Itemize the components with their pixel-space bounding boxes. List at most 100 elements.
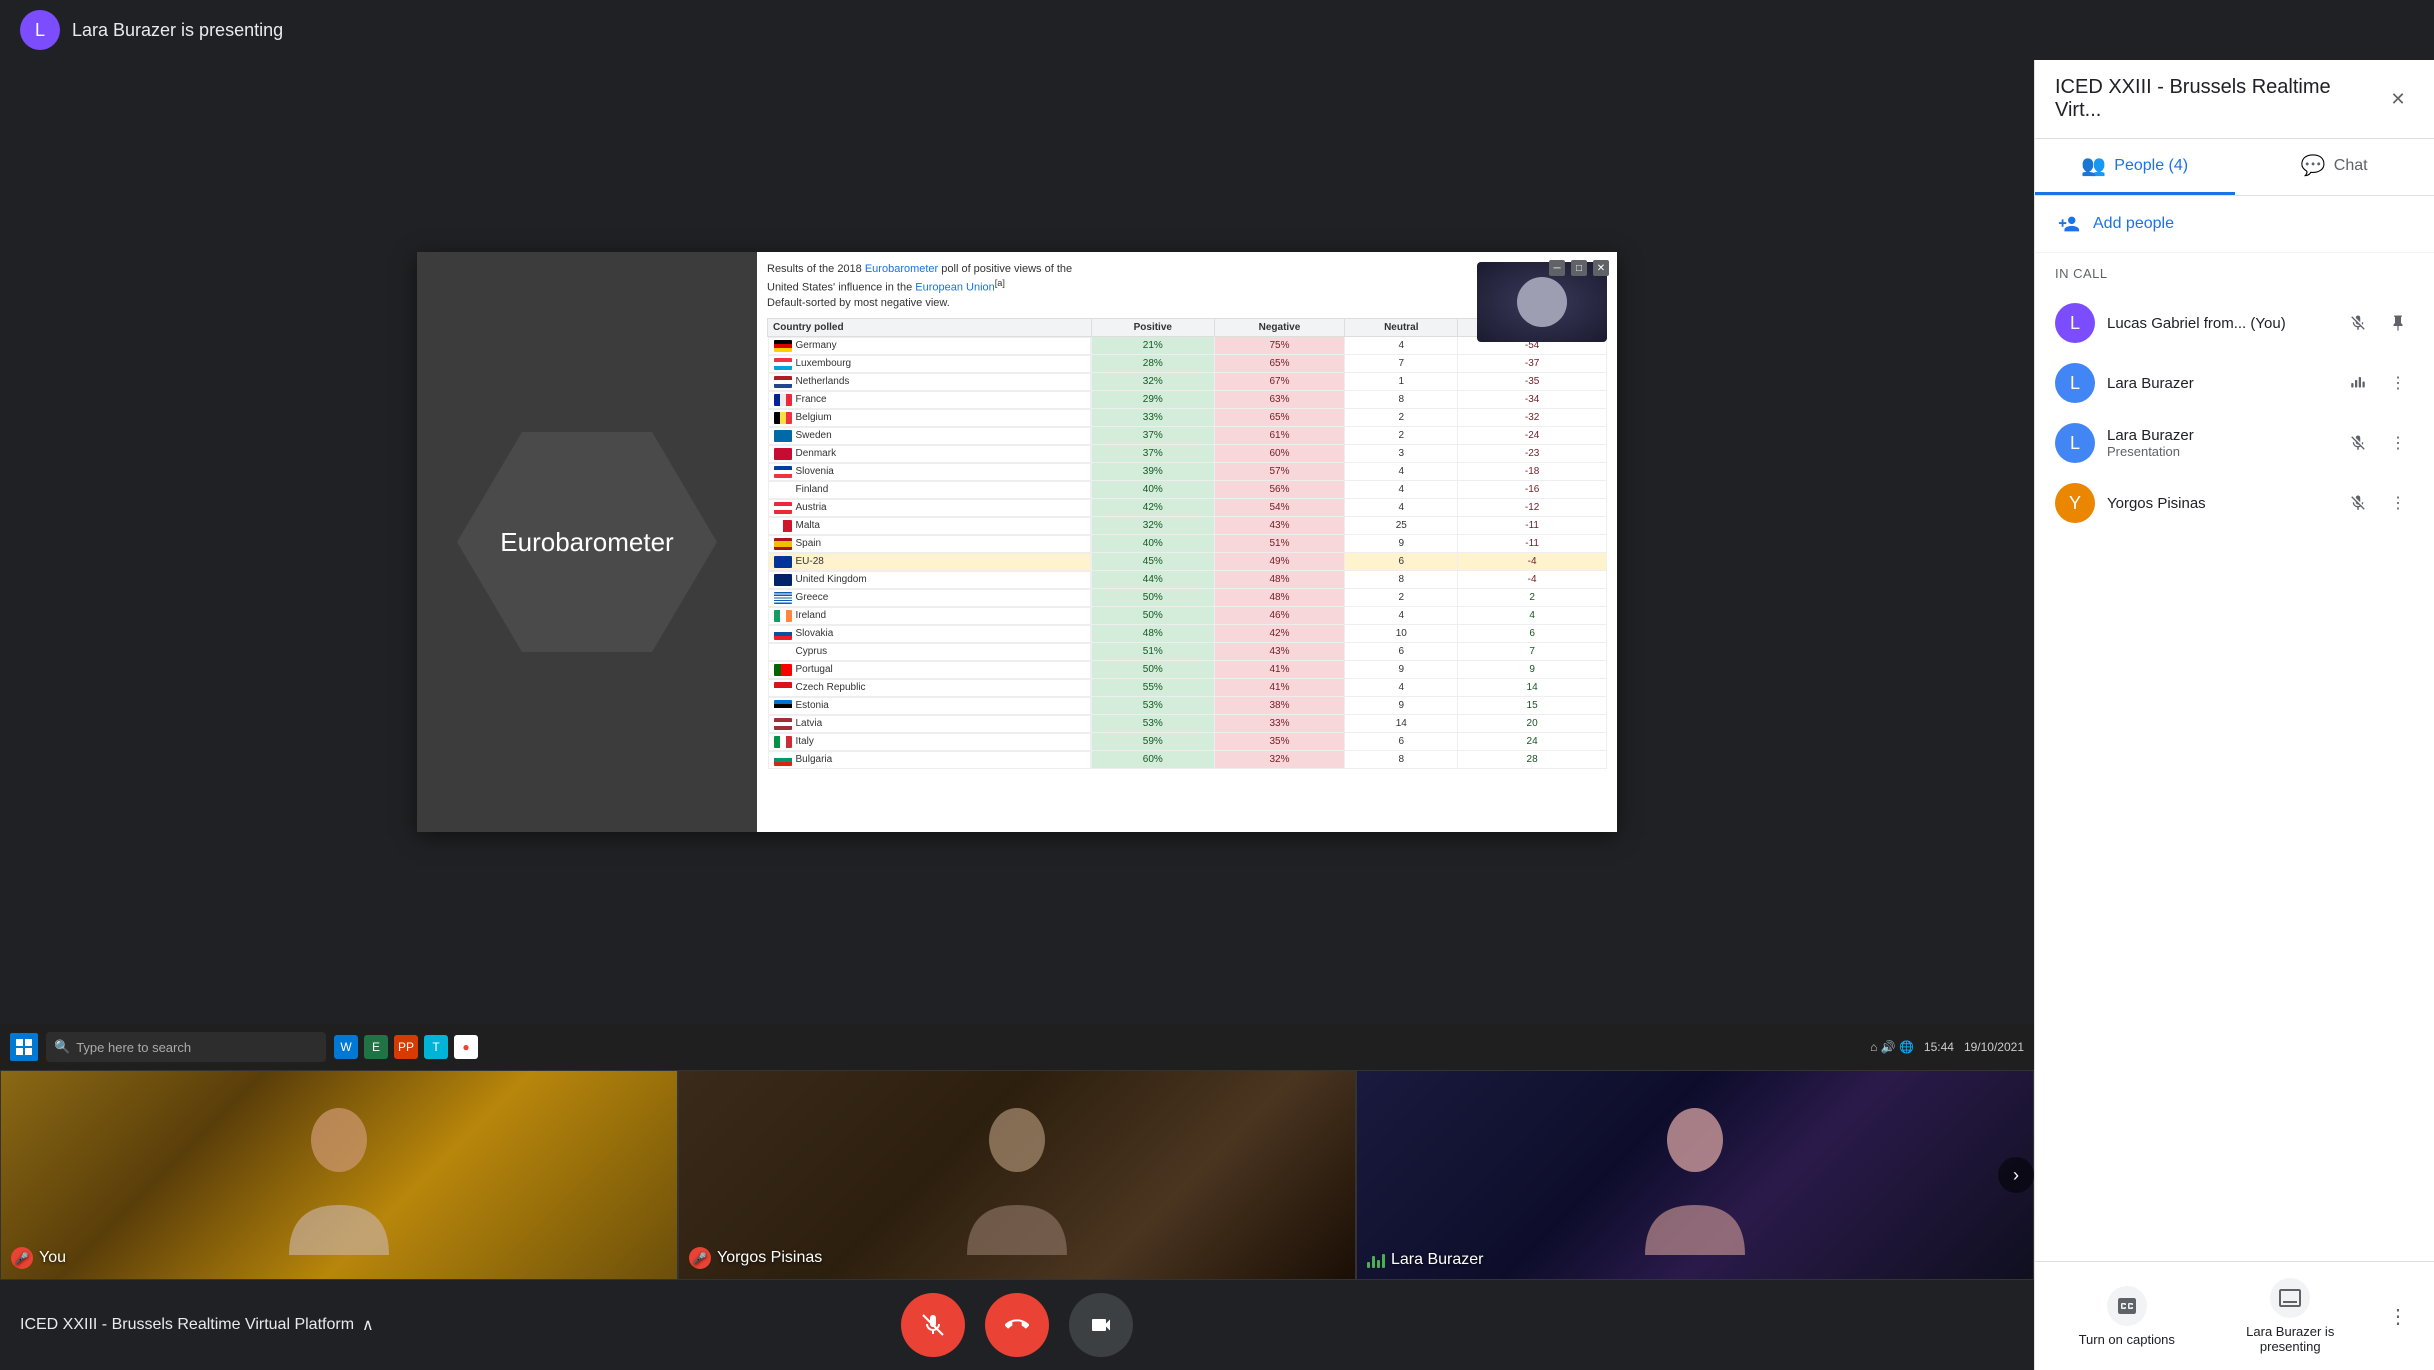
next-participant-arrow[interactable]: ›	[1998, 1157, 2034, 1193]
avatar-yorgos: Y	[2055, 483, 2095, 523]
flag-ie	[774, 610, 792, 622]
table-row: Luxembourg	[768, 355, 1092, 373]
presenting-label: Lara Burazer is presenting	[2219, 1324, 2363, 1354]
table-row: Spain	[768, 535, 1092, 553]
flag-gb	[774, 574, 792, 586]
mic-button-lara1[interactable]	[2342, 367, 2374, 399]
tab-people[interactable]: 👥 People (4)	[2035, 139, 2235, 195]
mic-button-yorgos[interactable]	[2342, 487, 2374, 519]
participant-name-yorgos: Yorgos Pisinas	[717, 1249, 822, 1267]
actions-yorgos: ⋮	[2342, 487, 2414, 519]
search-icon: 🔍	[54, 1039, 70, 1055]
participant-bg-lara	[1357, 1071, 2033, 1279]
table-row: Germany	[768, 337, 1092, 355]
taskbar-icon-3[interactable]: PP	[394, 1035, 418, 1059]
captions-item[interactable]: Turn on captions	[2055, 1286, 2199, 1347]
main-layout: ─ □ ✕ Eurobarometer Results of the 2018 …	[0, 60, 2434, 1370]
participant-video-you: 🎤 You	[0, 1070, 678, 1280]
taskbar-icon-2[interactable]: E	[364, 1035, 388, 1059]
maximize-button[interactable]: □	[1571, 260, 1587, 276]
presenter-label: Lara Burazer is presenting	[72, 20, 283, 41]
add-people-button[interactable]: Add people	[2035, 196, 2434, 253]
chat-tab-icon: 💬	[2301, 153, 2326, 178]
mic-button-lara2[interactable]	[2342, 427, 2374, 459]
in-call-section: IN CALL	[2035, 253, 2434, 289]
search-placeholder: Type here to search	[76, 1040, 191, 1055]
table-row: Belgium	[768, 409, 1092, 427]
mic-button-lucas[interactable]	[2342, 307, 2374, 339]
table-row: France	[768, 391, 1092, 409]
name-lara2: Lara Burazer	[2107, 427, 2330, 444]
presenting-item[interactable]: Lara Burazer is presenting	[2219, 1278, 2363, 1354]
person-silhouette-lara	[1635, 1095, 1755, 1255]
table-row: Greece	[768, 589, 1092, 607]
mic-bar-4	[1382, 1254, 1385, 1268]
table-row: Cyprus	[768, 643, 1092, 661]
participant-list: L Lucas Gabriel from... (You)	[2035, 289, 2434, 1261]
taskbar-app-icons: W E PP T ●	[334, 1035, 478, 1059]
name-lara1: Lara Burazer	[2107, 375, 2330, 392]
more-button-lara2[interactable]: ⋮	[2382, 427, 2414, 459]
mic-off-icon-lara2	[2349, 434, 2367, 452]
table-row: Czech Republic	[768, 679, 1092, 697]
actions-lara1: ⋮	[2342, 367, 2414, 399]
info-lara2: Lara Burazer Presentation	[2107, 427, 2330, 459]
tab-chat-label: Chat	[2334, 157, 2368, 175]
flag-mt	[774, 520, 792, 532]
col-neutral: Neutral	[1345, 318, 1458, 336]
taskbar-right: ⌂ 🔊 🌐 15:44 19/10/2021	[1870, 1040, 2024, 1054]
flag-pt	[774, 664, 792, 676]
mute-button[interactable]	[901, 1293, 965, 1357]
table-row: Ireland	[768, 607, 1092, 625]
person-silhouette-you	[279, 1095, 399, 1255]
taskbar-date: 19/10/2021	[1964, 1040, 2024, 1054]
flag-gr	[774, 592, 792, 604]
present-icon	[2278, 1286, 2302, 1310]
minimize-button[interactable]: ─	[1549, 260, 1565, 276]
table-row: Latvia	[768, 715, 1092, 733]
eu-link[interactable]: European Union	[915, 282, 995, 294]
presenter-avatar: L	[20, 10, 60, 50]
slide-title: Eurobarometer	[500, 527, 673, 558]
taskbar-icon-1[interactable]: W	[334, 1035, 358, 1059]
participant-name-badge-you: 🎤 You	[11, 1247, 66, 1269]
mic-off-icon-yorgos: 🎤	[689, 1247, 711, 1269]
sidebar-tabs: 👥 People (4) 💬 Chat	[2035, 139, 2434, 196]
tab-chat[interactable]: 💬 Chat	[2235, 139, 2434, 195]
system-tray: ⌂ 🔊 🌐	[1870, 1040, 1914, 1054]
eurobarometer-link[interactable]: Eurobarometer	[865, 263, 938, 275]
flag-bg	[774, 754, 792, 766]
table-row: Denmark	[768, 445, 1092, 463]
sidebar-header: ICED XXIII - Brussels Realtime Virt... ✕	[2035, 60, 2434, 139]
mic-bars-lara	[1367, 1252, 1385, 1268]
expand-icon[interactable]: ∧	[362, 1315, 374, 1335]
participant-video-lara: Lara Burazer	[1356, 1070, 2034, 1280]
taskbar-icon-chrome[interactable]: ●	[454, 1035, 478, 1059]
flag-lv	[774, 718, 792, 730]
name-lucas: Lucas Gabriel from... (You)	[2107, 315, 2330, 332]
close-button[interactable]: ✕	[1593, 260, 1609, 276]
more-button-yorgos[interactable]: ⋮	[2382, 487, 2414, 519]
taskbar-search-box[interactable]: 🔍 Type here to search	[46, 1032, 326, 1062]
mic-off-icon-you: 🎤	[11, 1247, 33, 1269]
taskbar-icon-4[interactable]: T	[424, 1035, 448, 1059]
controls-bar: ICED XXIII - Brussels Realtime Virtual P…	[0, 1280, 2034, 1370]
name-yorgos: Yorgos Pisinas	[2107, 495, 2330, 512]
actions-lara2: ⋮	[2342, 427, 2414, 459]
more-button-lara1[interactable]: ⋮	[2382, 367, 2414, 399]
flag-lu	[774, 358, 792, 370]
sidebar-title: ICED XXIII - Brussels Realtime Virt...	[2055, 76, 2382, 122]
taskbar-start-button[interactable]	[10, 1033, 38, 1061]
participant-name-you: You	[39, 1249, 66, 1267]
info-lucas: Lucas Gabriel from... (You)	[2107, 315, 2330, 332]
sidebar-more-button[interactable]: ⋮	[2382, 1300, 2414, 1332]
presenting-icon	[2270, 1278, 2310, 1318]
info-lara1: Lara Burazer	[2107, 375, 2330, 392]
pin-button-lucas[interactable]	[2382, 307, 2414, 339]
participant-item-lara2: L Lara Burazer Presentation ⋮	[2035, 413, 2434, 473]
sidebar-close-button[interactable]: ✕	[2382, 83, 2414, 115]
hangup-button[interactable]	[985, 1293, 1049, 1357]
mic-bars-icon-lara1	[2349, 374, 2367, 392]
close-icon: ✕	[2390, 89, 2405, 110]
video-button[interactable]	[1069, 1293, 1133, 1357]
